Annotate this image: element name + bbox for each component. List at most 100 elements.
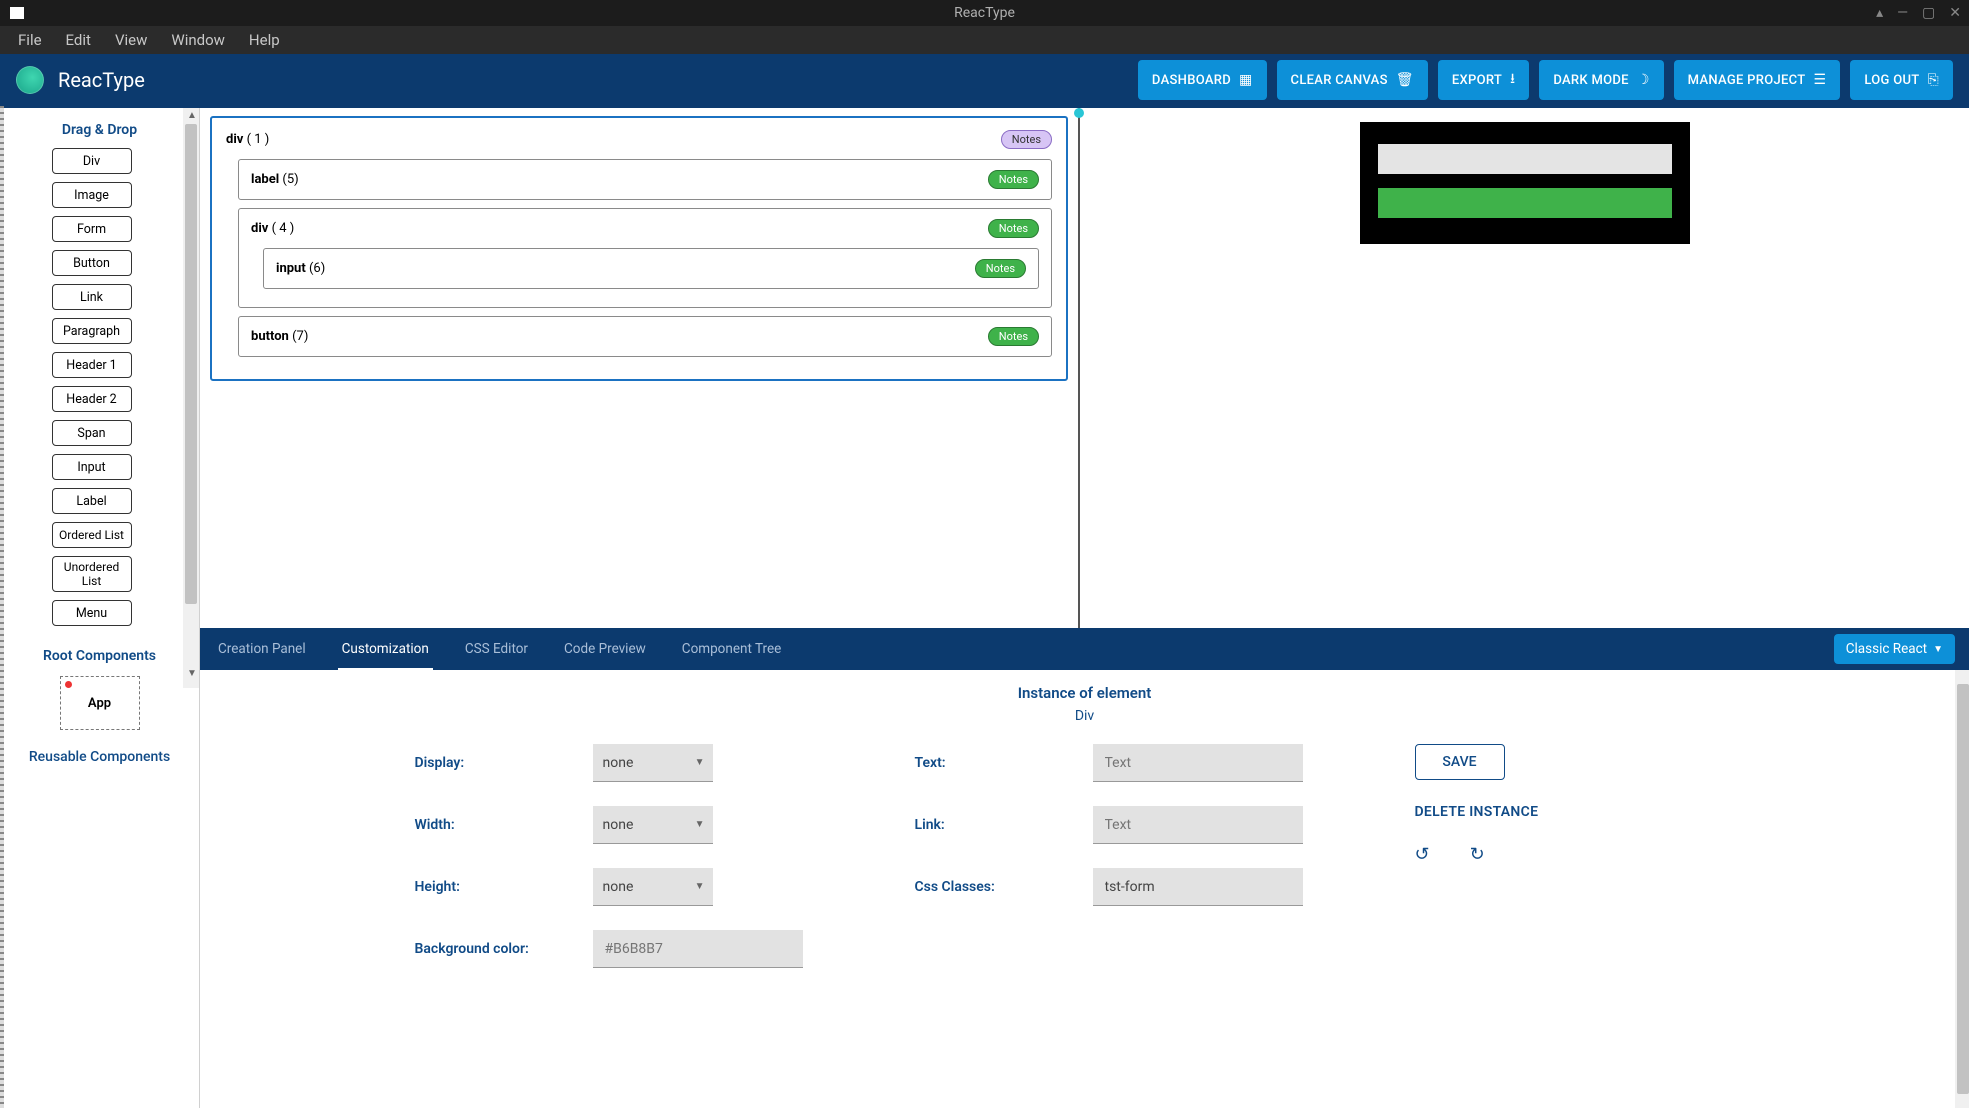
preview-area: [1080, 108, 1969, 628]
drag-item-label[interactable]: Label: [52, 488, 132, 514]
drag-item-paragraph[interactable]: Paragraph: [52, 318, 132, 344]
left-panel-scrollbar[interactable]: ▲ ▼: [183, 108, 199, 688]
window-title: ReacType: [954, 5, 1015, 21]
drag-item-button[interactable]: Button: [52, 250, 132, 276]
label-height: Height:: [415, 879, 575, 895]
input-text[interactable]: [1093, 744, 1303, 782]
preview-button-rect: [1378, 188, 1672, 218]
drag-drop-heading: Drag & Drop: [0, 108, 199, 148]
menu-icon: ☰: [1814, 72, 1827, 88]
scroll-down-icon[interactable]: ▼: [187, 668, 197, 686]
workspace: Drag & Drop Div Image Form Button Link P…: [0, 106, 1969, 1108]
drag-item-input[interactable]: Input: [52, 454, 132, 480]
notes-button[interactable]: Notes: [1001, 130, 1052, 149]
canvas-node-button-7[interactable]: button (7) Notes: [238, 316, 1052, 357]
drag-item-div[interactable]: Div: [52, 148, 132, 174]
scrollbar-thumb[interactable]: [185, 124, 197, 604]
canvas-node-input-6[interactable]: input (6) Notes: [263, 248, 1039, 289]
input-link[interactable]: [1093, 806, 1303, 844]
drag-item-header1[interactable]: Header 1: [52, 352, 132, 378]
logout-button[interactable]: LOG OUT⎘: [1850, 60, 1953, 100]
reusable-components-heading: Reusable Components: [0, 734, 199, 766]
menu-file[interactable]: File: [8, 28, 52, 52]
menubar: File Edit View Window Help: [0, 26, 1969, 54]
logout-icon: ⎘: [1928, 72, 1940, 88]
scroll-up-icon[interactable]: ▲: [187, 110, 197, 121]
root-component-app[interactable]: App: [60, 676, 140, 730]
tab-component-tree[interactable]: Component Tree: [678, 628, 786, 670]
chevron-down-icon: ▼: [695, 881, 705, 892]
input-bgcolor[interactable]: [593, 930, 803, 968]
node-label: label (5): [251, 172, 299, 187]
tab-code-preview[interactable]: Code Preview: [560, 628, 650, 670]
node-label: div ( 1 ): [226, 132, 269, 147]
label-css-classes: Css Classes:: [915, 879, 1075, 895]
preview-frame: [1360, 122, 1690, 244]
input-css-classes[interactable]: [1093, 868, 1303, 906]
canvas-area[interactable]: div ( 1 ) Notes label (5) Notes di: [200, 108, 1080, 628]
drag-item-span[interactable]: Span: [52, 420, 132, 446]
tab-creation-panel[interactable]: Creation Panel: [214, 628, 310, 670]
canvas-node-label-5[interactable]: label (5) Notes: [238, 159, 1052, 200]
resize-handle-icon[interactable]: [1074, 108, 1084, 118]
instance-heading: Instance of element: [240, 684, 1929, 702]
tab-css-editor[interactable]: CSS Editor: [461, 628, 532, 670]
props-scrollbar[interactable]: [1955, 670, 1969, 1108]
root-component-label: App: [88, 696, 111, 711]
select-display[interactable]: none▼: [593, 744, 713, 782]
react-mode-select[interactable]: Classic React ▼: [1834, 634, 1955, 664]
drag-item-unordered-list[interactable]: Unordered List: [52, 556, 132, 592]
label-bgcolor: Background color:: [415, 941, 575, 957]
save-button[interactable]: SAVE: [1415, 744, 1505, 780]
node-label: input (6): [276, 261, 325, 276]
menu-edit[interactable]: Edit: [56, 28, 101, 52]
dark-mode-button[interactable]: DARK MODE☽: [1539, 60, 1663, 100]
undo-button[interactable]: ↺: [1415, 844, 1430, 865]
drag-item-header2[interactable]: Header 2: [52, 386, 132, 412]
notes-button[interactable]: Notes: [988, 219, 1039, 238]
dashboard-button[interactable]: DASHBOARD▦: [1138, 60, 1267, 100]
label-display: Display:: [415, 755, 575, 771]
appbar: ReacType DASHBOARD▦ CLEAR CANVAS🗑 EXPORT…: [0, 54, 1969, 106]
app-name: ReacType: [58, 68, 145, 92]
window-resize-edge[interactable]: [0, 106, 4, 1108]
app-logo: [16, 66, 44, 94]
tab-customization[interactable]: Customization: [338, 628, 433, 670]
select-height[interactable]: none▼: [593, 868, 713, 906]
drag-item-form[interactable]: Form: [52, 216, 132, 242]
window-minimize-icon[interactable]: —: [1897, 5, 1908, 21]
clear-canvas-button[interactable]: CLEAR CANVAS🗑: [1277, 60, 1428, 100]
drag-items-list: Div Image Form Button Link Paragraph Hea…: [0, 148, 199, 636]
delete-instance-button[interactable]: DELETE INSTANCE: [1415, 804, 1539, 820]
scrollbar-thumb[interactable]: [1957, 684, 1969, 1094]
notes-button[interactable]: Notes: [975, 259, 1026, 278]
menu-window[interactable]: Window: [161, 28, 235, 52]
drag-item-link[interactable]: Link: [52, 284, 132, 310]
drag-item-menu[interactable]: Menu: [52, 600, 132, 626]
node-label: div ( 4 ): [251, 221, 294, 236]
drag-item-ordered-list[interactable]: Ordered List: [52, 522, 132, 548]
react-mode-label: Classic React: [1846, 641, 1927, 657]
window-icon: [10, 7, 24, 19]
manage-project-button[interactable]: MANAGE PROJECT☰: [1674, 60, 1841, 100]
customization-panel: Instance of element Div Display: none▼ W…: [200, 670, 1969, 1108]
dashboard-icon: ▦: [1239, 72, 1253, 88]
menu-view[interactable]: View: [105, 28, 157, 52]
canvas-node-div-4[interactable]: div ( 4 ) Notes input (6) Notes: [238, 208, 1052, 308]
canvas-node-div-1[interactable]: div ( 1 ) Notes label (5) Notes di: [210, 116, 1068, 381]
redo-button[interactable]: ↻: [1470, 844, 1485, 865]
center-area: div ( 1 ) Notes label (5) Notes di: [200, 108, 1969, 1108]
window-close-icon[interactable]: ✕: [1949, 5, 1961, 21]
select-width[interactable]: none▼: [593, 806, 713, 844]
menu-help[interactable]: Help: [239, 28, 290, 52]
bottom-tabbar: Creation Panel Customization CSS Editor …: [200, 628, 1969, 670]
export-button[interactable]: EXPORT⭳: [1438, 60, 1529, 100]
window-misc-icon[interactable]: ▴: [1876, 5, 1883, 21]
node-label: button (7): [251, 329, 308, 344]
chevron-down-icon: ▼: [1933, 644, 1943, 655]
notes-button[interactable]: Notes: [988, 170, 1039, 189]
drag-item-image[interactable]: Image: [52, 182, 132, 208]
window-maximize-icon[interactable]: ▢: [1922, 5, 1935, 21]
notes-button[interactable]: Notes: [988, 327, 1039, 346]
moon-icon: ☽: [1637, 72, 1650, 88]
